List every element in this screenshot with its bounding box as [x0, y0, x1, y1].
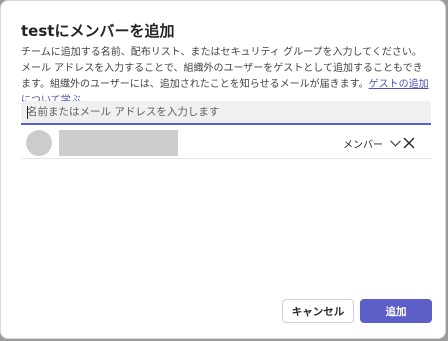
- close-icon[interactable]: [401, 135, 417, 151]
- role-dropdown[interactable]: メンバー: [343, 134, 401, 152]
- add-button[interactable]: 追加: [360, 299, 432, 323]
- add-members-dialog: testにメンバーを追加 チームに追加する名前、配布リスト、またはセキュリティ …: [0, 0, 446, 339]
- cancel-button[interactable]: キャンセル: [282, 299, 354, 323]
- avatar: [26, 130, 52, 156]
- role-label: メンバー: [343, 139, 383, 151]
- dialog-description: チームに追加する名前、配布リスト、またはセキュリティ グループを入力してください…: [21, 45, 431, 109]
- member-name-redacted: [59, 130, 178, 156]
- search-input[interactable]: [21, 101, 431, 125]
- text-cursor: [27, 106, 28, 119]
- chevron-down-icon: [390, 139, 401, 147]
- dialog-title: testにメンバーを追加: [21, 22, 175, 40]
- member-row: メンバー: [21, 128, 431, 159]
- description-text: チームに追加する名前、配布リスト、またはセキュリティ グループを入力してください…: [21, 47, 423, 90]
